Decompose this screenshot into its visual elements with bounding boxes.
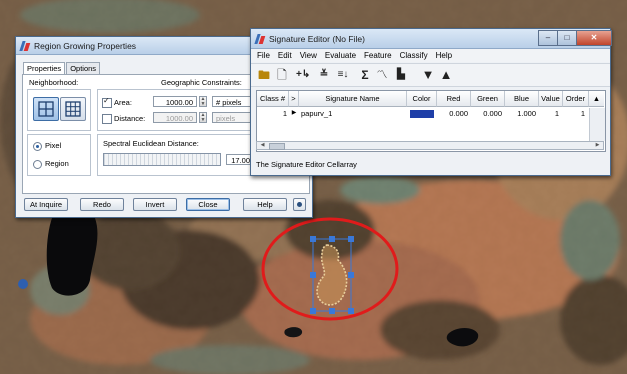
tab-properties[interactable]: Properties [23, 62, 66, 74]
cell-blue[interactable]: 1.000 [505, 108, 536, 119]
spectral-distance-slider[interactable] [103, 153, 221, 166]
area-spinner[interactable]: ▲ ▼ [199, 96, 207, 107]
selection-handle[interactable] [348, 308, 354, 314]
tab-options[interactable]: Options [66, 62, 101, 74]
pin-icon [297, 202, 302, 207]
window-controls: – □ ✕ [538, 30, 612, 46]
plus-neighborhood-icon [38, 101, 54, 117]
scroll-left-icon[interactable]: ◀ [258, 142, 267, 149]
close-button[interactable]: Close [186, 198, 230, 211]
column-header-signature-name[interactable]: Signature Name [299, 91, 407, 107]
column-header-color[interactable]: Color [407, 91, 437, 107]
area-input[interactable]: 1000.00 [153, 96, 197, 107]
cell-green[interactable]: 0.000 [471, 108, 502, 119]
pin-button[interactable] [293, 198, 306, 211]
arrow-up-icon[interactable]: ▲ [439, 67, 453, 83]
area-inquire-button[interactable]: At Inquire [24, 198, 68, 211]
close-window-button[interactable]: ✕ [576, 30, 612, 46]
selection-handle[interactable] [310, 272, 316, 278]
signature-plot-icon[interactable]: 〽 [375, 67, 389, 83]
tab-bar: Properties Options [23, 62, 101, 74]
arrow-down-icon[interactable]: ▼ [421, 67, 435, 83]
selection-handle[interactable] [310, 308, 316, 314]
menu-edit[interactable]: Edit [278, 49, 292, 62]
grid-neighborhood-icon [65, 101, 81, 117]
area-label: Area: [114, 98, 132, 107]
cell-red[interactable]: 0.000 [437, 108, 468, 119]
column-header-marker[interactable]: > [289, 91, 299, 107]
spectral-distance-label: Spectral Euclidean Distance: [103, 139, 199, 148]
menu-classify[interactable]: Classify [400, 49, 428, 62]
scroll-right-icon[interactable]: ▶ [593, 142, 602, 149]
distance-spinner[interactable]: ▲ ▼ [199, 112, 207, 123]
menu-file[interactable]: File [257, 49, 270, 62]
sum-icon[interactable]: Σ [358, 67, 372, 83]
eight-neighbor-button[interactable] [60, 97, 86, 121]
menu-feature[interactable]: Feature [364, 49, 392, 62]
column-header-red[interactable]: Red [437, 91, 471, 107]
menu-evaluate[interactable]: Evaluate [325, 49, 356, 62]
seed-region [316, 244, 348, 306]
cell-value[interactable]: 1 [539, 108, 559, 119]
help-button[interactable]: Help [243, 198, 287, 211]
distance-input[interactable]: 1000.00 [153, 112, 197, 123]
redo-button[interactable]: Redo [80, 198, 124, 211]
column-header-blue[interactable]: Blue [505, 91, 539, 107]
neighborhood-label: Neighborhood: [29, 78, 79, 87]
menu-view[interactable]: View [300, 49, 317, 62]
cell-signature-name[interactable]: papurv_1 [301, 108, 401, 119]
window-title: Region Growing Properties [34, 40, 137, 51]
selection-handle[interactable] [329, 308, 335, 314]
selection-handle[interactable] [348, 272, 354, 278]
selection-handle[interactable] [348, 236, 354, 242]
geographic-constraints-label: Geographic Constraints: [161, 78, 242, 87]
menu-help[interactable]: Help [436, 49, 452, 62]
histogram-icon[interactable]: ▙ [394, 67, 408, 83]
minimize-button[interactable]: – [538, 30, 558, 46]
cell-order[interactable]: 1 [563, 108, 585, 119]
four-neighbor-button[interactable] [33, 97, 59, 121]
new-file-icon[interactable]: 🗋 [275, 67, 289, 83]
column-header-value[interactable]: Value [539, 91, 563, 107]
column-header-order[interactable]: Order [563, 91, 589, 107]
horizontal-scrollbar[interactable]: ◀ ▶ [256, 141, 604, 150]
pixel-label: Pixel [45, 141, 62, 150]
selection-handle[interactable] [329, 236, 335, 242]
scroll-thumb[interactable] [269, 143, 285, 150]
region-label: Region [45, 159, 69, 168]
selection-handle[interactable] [310, 236, 316, 242]
distance-label: Distance: [114, 114, 146, 123]
vertical-scrollbar[interactable] [589, 108, 605, 141]
area-checkbox[interactable] [102, 96, 112, 108]
open-folder-icon[interactable]: 🖿 [257, 67, 271, 83]
distance-checkbox[interactable] [102, 114, 112, 124]
column-header-green[interactable]: Green [471, 91, 505, 107]
menu-bar: File Edit View Evaluate Feature Classify… [251, 49, 610, 62]
merge-icon[interactable]: ≚ [317, 67, 331, 83]
window-title: Signature Editor (No File) [269, 33, 365, 44]
sort-icon[interactable]: ≡↓ [336, 67, 350, 83]
add-signature-icon[interactable]: +↳ [296, 67, 310, 83]
cell-class: 1 [282, 109, 287, 118]
signature-editor-window: Signature Editor (No File) – □ ✕ File Ed… [250, 28, 612, 176]
column-header-class[interactable]: Class # [257, 91, 289, 107]
maximize-button[interactable]: □ [557, 30, 577, 46]
erdas-app-icon [20, 41, 30, 51]
row-marker-icon: ▶ [291, 110, 297, 116]
status-bar: The Signature Editor Cellarray [256, 160, 357, 169]
erdas-app-icon [255, 34, 265, 44]
grid-scroll-up[interactable]: ▲ [589, 91, 604, 107]
invert-button[interactable]: Invert [133, 198, 177, 211]
cell-color-swatch[interactable] [410, 110, 434, 118]
region-radio[interactable] [33, 160, 42, 169]
pixel-radio[interactable] [33, 142, 42, 151]
toolbar: 🖿 🗋 +↳ ≚ ≡↓ Σ 〽 ▙ ▼ ▲ [251, 63, 610, 87]
